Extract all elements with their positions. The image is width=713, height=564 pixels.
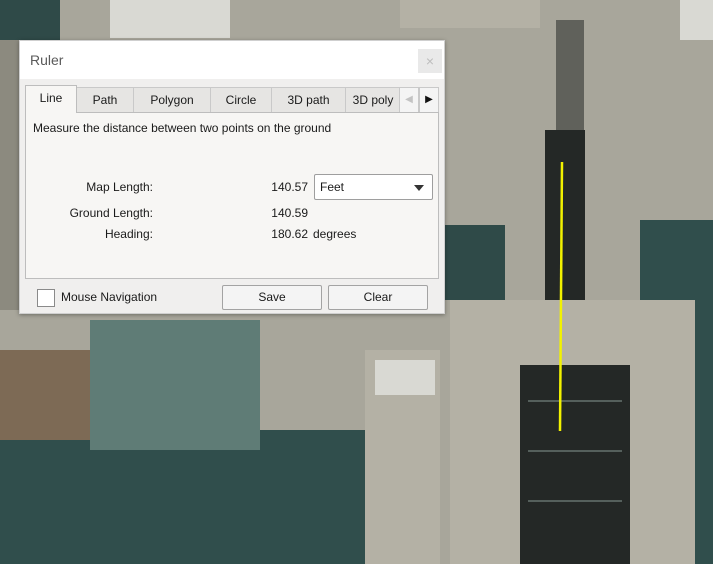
- save-button[interactable]: Save: [222, 285, 322, 310]
- clear-button-label: Clear: [363, 290, 393, 304]
- mouse-navigation-checkbox[interactable]: [37, 289, 55, 307]
- tab-line[interactable]: Line: [25, 85, 77, 113]
- tab-3d-path[interactable]: 3D path: [271, 87, 346, 112]
- tab-polygon[interactable]: Polygon: [133, 87, 211, 112]
- map-length-value: 140.57: [271, 180, 308, 194]
- tab-bar: Line Path Polygon Circle 3D path 3D poly…: [25, 85, 439, 113]
- map-length-label: Map Length:: [86, 180, 153, 194]
- ruler-dialog: Ruler × Line Path Polygon Circle 3D path…: [19, 40, 445, 314]
- tab-label: Line: [39, 91, 63, 105]
- tab-scroll-left-button[interactable]: ◀: [399, 87, 419, 113]
- close-button[interactable]: ×: [418, 49, 442, 73]
- chevron-left-icon: ◀: [405, 94, 413, 105]
- unit-select[interactable]: Feet: [314, 174, 433, 200]
- tab-3d-polygon[interactable]: 3D poly: [345, 87, 401, 112]
- tab-label: Circle: [225, 93, 257, 107]
- heading-unit: degrees: [313, 227, 357, 241]
- tab-circle[interactable]: Circle: [210, 87, 272, 112]
- description-text: Measure the distance between two points …: [33, 121, 332, 135]
- tab-label: Path: [92, 93, 118, 107]
- line-tab-panel: Measure the distance between two points …: [25, 112, 439, 279]
- clear-button[interactable]: Clear: [328, 285, 428, 310]
- chevron-down-icon: [414, 185, 424, 191]
- heading-value: 180.62: [271, 227, 308, 241]
- ground-length-value: 140.59: [271, 206, 308, 220]
- heading-label: Heading:: [104, 227, 153, 241]
- ground-length-label: Ground Length:: [69, 206, 153, 220]
- close-icon: ×: [425, 53, 435, 69]
- dialog-titlebar[interactable]: Ruler ×: [20, 41, 444, 79]
- tab-label: Polygon: [150, 93, 194, 107]
- dialog-title: Ruler: [30, 52, 64, 68]
- tab-scroll-right-button[interactable]: ▶: [419, 87, 439, 113]
- tab-label: 3D poly: [352, 93, 394, 107]
- mouse-navigation-label[interactable]: Mouse Navigation: [61, 290, 157, 304]
- unit-select-value: Feet: [320, 180, 345, 194]
- tab-path[interactable]: Path: [76, 87, 134, 112]
- tab-label: 3D path: [287, 93, 330, 107]
- chevron-right-icon: ▶: [425, 94, 433, 105]
- save-button-label: Save: [258, 290, 286, 304]
